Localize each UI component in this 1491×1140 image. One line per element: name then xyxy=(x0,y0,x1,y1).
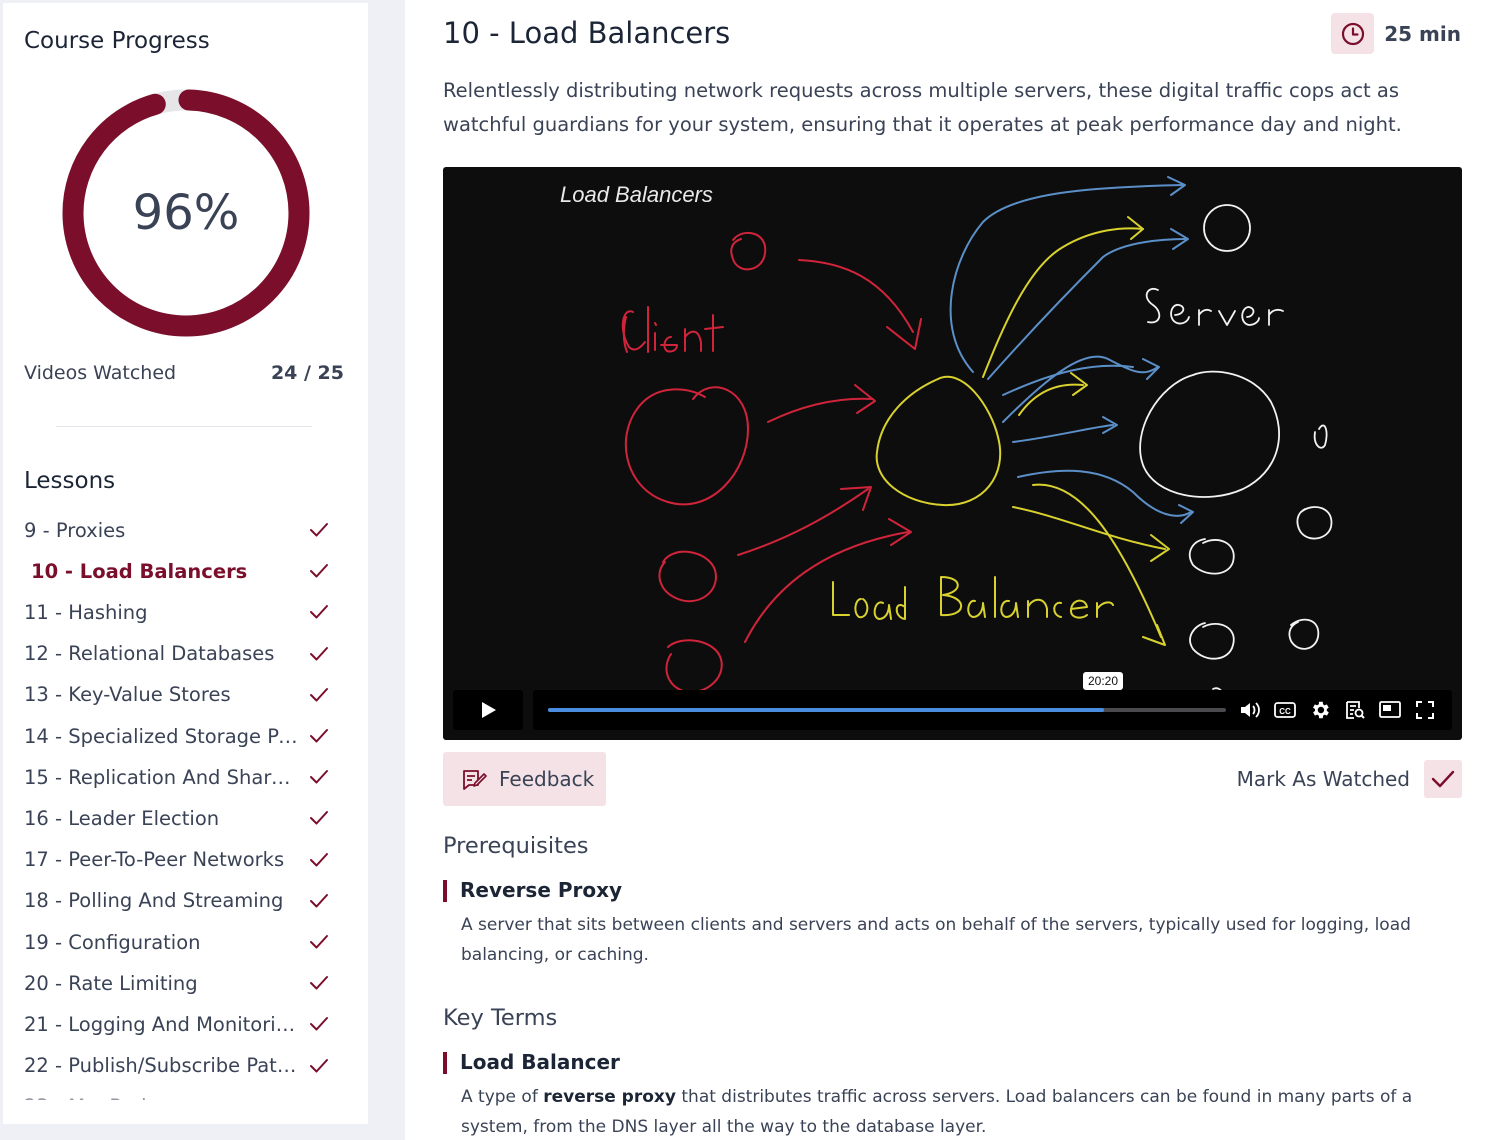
term-name: Load Balancer xyxy=(460,1050,620,1074)
sidebar-lesson-item[interactable]: 9 - Proxies xyxy=(3,510,368,550)
sidebar-lesson-item[interactable]: 18 - Polling And Streaming xyxy=(3,881,368,921)
feedback-button[interactable]: Feedback xyxy=(443,752,606,806)
lesson-label: 14 - Specialized Storage Paradigms xyxy=(24,724,300,748)
check-icon xyxy=(310,893,328,908)
feedback-label: Feedback xyxy=(499,767,595,791)
lesson-label: 19 - Configuration xyxy=(24,930,201,954)
sidebar-lesson-item[interactable]: 19 - Configuration xyxy=(3,922,368,962)
lesson-label: 17 - Peer-To-Peer Networks xyxy=(24,848,285,872)
lesson-duration: 25 min xyxy=(1331,13,1461,54)
definition-emphasis: reverse proxy xyxy=(543,1087,676,1107)
course-progress-title: Course Progress xyxy=(24,28,210,54)
check-icon xyxy=(310,1017,328,1031)
lessons-title: Lessons xyxy=(24,468,116,494)
volume-icon[interactable] xyxy=(1239,699,1261,721)
sidebar-divider xyxy=(56,426,312,427)
sidebar-lesson-item[interactable]: 22 - Publish/Subscribe Patterns xyxy=(3,1046,368,1086)
lesson-label: 16 - Leader Election xyxy=(24,806,220,830)
video-progress-fill xyxy=(548,708,1104,712)
check-icon xyxy=(310,770,328,784)
play-button[interactable] xyxy=(453,690,523,730)
check-icon xyxy=(310,646,328,661)
sidebar-lesson-item[interactable]: 14 - Specialized Storage Paradigms xyxy=(3,716,368,756)
lesson-description: Relentlessly distributing network reques… xyxy=(443,79,1402,136)
video-progress-bar[interactable] xyxy=(548,708,1226,712)
videos-watched-row: Videos Watched 24 / 25 xyxy=(24,362,344,384)
prerequisite-item: Reverse Proxy A server that sits between… xyxy=(443,878,1453,968)
progress-percent: 96% xyxy=(132,185,240,241)
sidebar-lesson-item[interactable]: 17 - Peer-To-Peer Networks xyxy=(3,840,368,880)
sidebar-lesson-item[interactable]: 16 - Leader Election xyxy=(3,798,368,838)
lessons-list: 9 - Proxies 10 - Load Balancers 11 - Hashi… xyxy=(3,510,368,1100)
sidebar-lesson-item[interactable]: 11 - Hashing xyxy=(3,592,368,632)
video-heading: Load Balancers xyxy=(560,182,713,207)
transcript-icon[interactable] xyxy=(1344,699,1366,721)
term-name: Reverse Proxy xyxy=(460,878,623,902)
video-player[interactable]: Load Balancers 20:20 CC xyxy=(443,167,1462,740)
check-icon xyxy=(310,852,328,867)
videos-watched-count: 24 / 25 xyxy=(270,362,344,384)
key-terms-title: Key Terms xyxy=(443,1005,558,1031)
course-sidebar: Course Progress 96% Videos Watched 24 / … xyxy=(3,3,368,1124)
gear-icon[interactable] xyxy=(1309,699,1331,721)
lessons-fade xyxy=(3,1084,368,1124)
sidebar-lesson-item[interactable]: 21 - Logging And Monitoring xyxy=(3,1004,368,1044)
lesson-label: 20 - Rate Limiting xyxy=(24,971,198,995)
videos-watched-label: Videos Watched xyxy=(24,362,177,384)
lesson-label: 21 - Logging And Monitoring xyxy=(24,1012,300,1036)
lesson-content: 10 - Load Balancers 25 min Relentlessly … xyxy=(443,0,1463,1140)
lesson-label: 13 - Key-Value Stores xyxy=(24,683,231,707)
sidebar-lesson-item[interactable]: 12 - Relational Databases xyxy=(3,634,368,674)
check-icon xyxy=(310,687,328,702)
check-icon xyxy=(310,935,328,949)
duration-text: 25 min xyxy=(1384,21,1461,46)
mark-as-watched-label: Mark As Watched xyxy=(1236,767,1410,791)
video-controls: 20:20 CC xyxy=(453,672,1452,730)
feedback-icon xyxy=(463,770,487,790)
lesson-label: 12 - Relational Databases xyxy=(24,642,275,666)
term-definition: A server that sits between clients and s… xyxy=(461,915,1411,965)
video-time-tooltip: 20:20 xyxy=(1083,672,1124,690)
check-icon xyxy=(310,605,328,619)
mark-as-watched: Mark As Watched xyxy=(1237,760,1462,798)
prerequisites-title: Prerequisites xyxy=(443,833,589,859)
clock-icon xyxy=(1331,13,1375,54)
check-icon xyxy=(310,564,328,578)
sidebar-lesson-item[interactable]: 10 - Load Balancers xyxy=(3,551,368,591)
mark-as-watched-checkbox[interactable] xyxy=(1424,760,1462,798)
check-icon xyxy=(310,523,328,537)
cc-icon[interactable]: CC xyxy=(1274,699,1296,721)
check-icon xyxy=(310,1058,328,1073)
fullscreen-icon[interactable] xyxy=(1414,699,1436,721)
progress-ring: 96% xyxy=(58,85,314,341)
check-icon xyxy=(310,976,328,990)
lesson-label: 22 - Publish/Subscribe Patterns xyxy=(24,1054,300,1078)
video-frame-sketch xyxy=(621,176,1333,706)
lesson-label: 15 - Replication And Sharding xyxy=(24,765,300,789)
term-accent-bar xyxy=(443,1052,447,1074)
lesson-label: 10 - Load Balancers xyxy=(31,559,248,583)
check-icon xyxy=(1431,770,1455,788)
definition-text: A type of xyxy=(461,1087,544,1107)
lesson-label: 11 - Hashing xyxy=(24,600,148,624)
svg-text:CC: CC xyxy=(1279,707,1291,716)
term-definition: A type of reverse proxy that distributes… xyxy=(461,1082,1451,1140)
sidebar-lesson-item[interactable]: 20 - Rate Limiting xyxy=(3,963,368,1003)
check-icon xyxy=(310,729,328,743)
lesson-label: 9 - Proxies xyxy=(24,518,126,542)
key-term-item: Load Balancer A type of reverse proxy th… xyxy=(443,1050,1453,1140)
sidebar-lesson-item[interactable]: 13 - Key-Value Stores xyxy=(3,675,368,715)
sidebar-lesson-item[interactable]: 15 - Replication And Sharding xyxy=(3,757,368,797)
pip-icon[interactable] xyxy=(1379,699,1401,721)
lesson-label: 18 - Polling And Streaming xyxy=(24,889,284,913)
play-icon xyxy=(482,702,496,718)
term-accent-bar xyxy=(443,880,447,902)
check-icon xyxy=(310,811,328,825)
lesson-title: 10 - Load Balancers xyxy=(443,16,731,50)
